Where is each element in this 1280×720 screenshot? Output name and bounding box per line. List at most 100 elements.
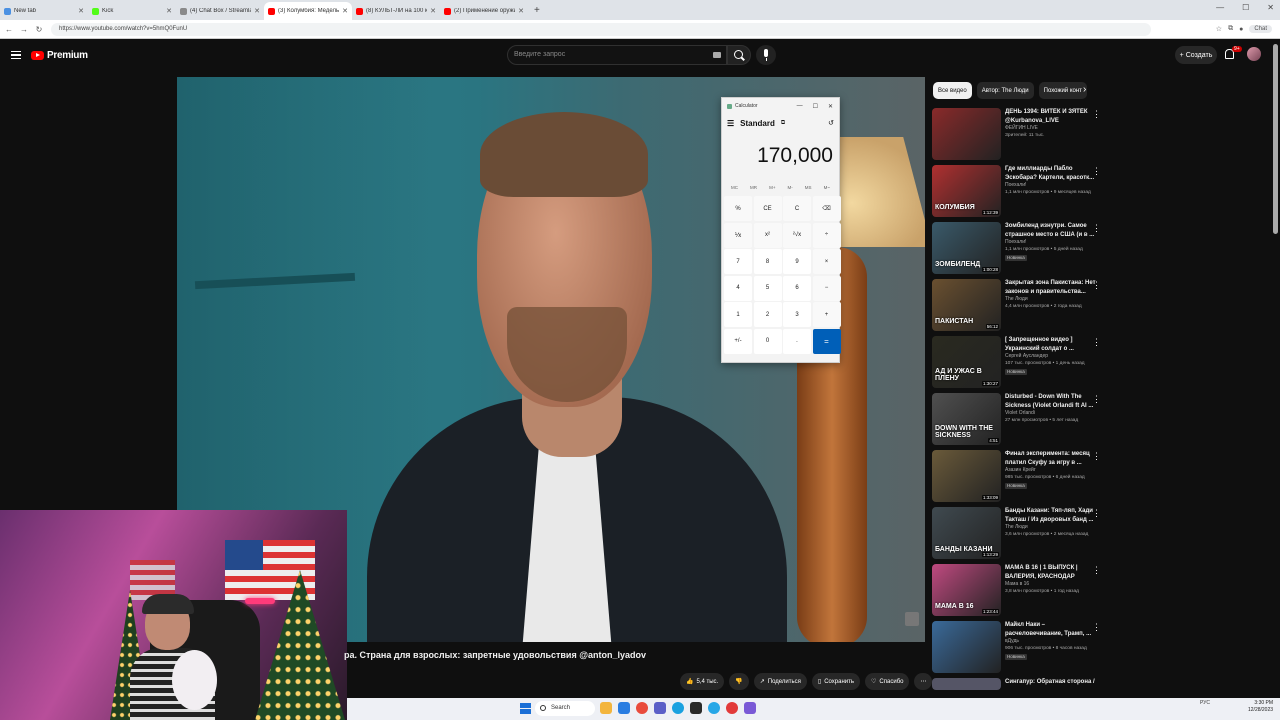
browser-tab[interactable]: (4) Chat Box / Streamlabs✕ [176,2,264,20]
calc-key-4[interactable]: 4 [724,275,752,301]
recommendation-title[interactable]: Зомбиленд изнутри. Самое страшное место … [1005,222,1100,239]
chat-button[interactable]: Chat [1249,25,1272,33]
channel-name[interactable]: Поехали! [1005,182,1100,189]
recommendation-title[interactable]: Закрытая зона Пакистана: Нет законов и п… [1005,279,1100,296]
channel-name[interactable]: The Люди [1005,524,1100,531]
recommendation-title[interactable]: Финал эксперимента: месяц платил Скуфу з… [1005,450,1100,467]
browser-app-icon[interactable] [726,702,738,714]
calc-key-multiply[interactable]: × [812,249,841,274]
calc-key-divide[interactable]: ÷ [812,222,841,248]
more-vertical-icon[interactable] [1092,451,1101,463]
video-thumbnail[interactable] [932,621,1001,673]
recommendation-item[interactable]: Майкл Наки – расчеловечивание, Трамп, ..… [932,621,1101,678]
memory-button[interactable]: MS [805,185,812,190]
calc-key-minus[interactable]: − [812,275,841,301]
recommendation-item[interactable]: 1:33:09 Финал эксперимента: месяц платил … [932,450,1101,507]
url-field[interactable]: https://www.youtube.com/watch?v=5hmQ0Fun… [51,22,1151,36]
back-icon[interactable]: ← [3,25,15,34]
calc-close-icon[interactable]: ✕ [828,103,833,110]
recommendation-item[interactable]: МАМА В 16 1:23:44 МАМА В 16 | 1 ВЫПУСК | В… [932,564,1101,621]
like-button[interactable]: 👍 5,4 тыс. [680,673,725,690]
browser-tab[interactable]: (8) КУЛЬТ-ЛИ на 100 кг. МЫ ПРИ✕ [352,2,440,20]
recommendation-item[interactable]: DOWN WITH THE SICKNESS 4:51 Disturbed - Do… [932,393,1101,450]
calc-key-8[interactable]: 8 [753,249,782,274]
recommendation-title[interactable]: ДЕНЬ 1394: ВИТЁК И ЗЯТЁК @Kurbanova_LIVE [1005,108,1100,125]
more-vertical-icon[interactable] [1092,166,1101,178]
recommendation-item[interactable]: ДЕНЬ 1394: ВИТЁК И ЗЯТЁК @Kurbanova_LIVE… [932,108,1101,165]
calc-key-6[interactable]: 6 [783,275,811,301]
recommendation-title[interactable]: Где миллиарды Пабло Эскобара? Картели, к… [1005,165,1100,182]
calc-key-equals[interactable]: = [812,328,841,354]
more-vertical-icon[interactable] [1092,622,1101,634]
taskbar-clock[interactable]: 3:30 PM 12/28/2023 [1248,700,1273,713]
discord-icon[interactable] [744,702,756,714]
memory-button[interactable]: M+ [769,185,775,190]
close-tab-icon[interactable]: ✕ [166,7,172,15]
maximize-icon[interactable]: ☐ [1242,3,1249,12]
recommendation-title[interactable]: Disturbed - Down With The Sickness (Viol… [1005,393,1100,410]
more-vertical-icon[interactable] [1092,223,1101,235]
calc-key-1[interactable]: 1 [724,302,752,327]
app-icon[interactable] [618,702,630,714]
search-button[interactable] [727,45,751,65]
youtube-logo[interactable]: Premium [31,50,88,61]
calc-key-5[interactable]: 5 [753,275,782,301]
close-tab-icon[interactable]: ✕ [78,7,84,15]
recommendation-title[interactable]: [ Запрещенное видео ] Украинский солдат … [1005,336,1100,353]
close-tab-icon[interactable]: ✕ [430,7,436,15]
calc-key-sqrt[interactable]: ²√x [783,222,811,248]
create-button[interactable]: + Создать [1175,46,1217,64]
calc-key-square[interactable]: x² [753,222,782,248]
recommendation-item[interactable]: БАНДЫ КАЗАНИ 1:13:29 Банды Казани: Тяп-ляп… [932,507,1101,564]
calc-key-negate[interactable]: +/- [724,328,752,354]
recommendation-item[interactable]: ЗОМБИЛЕНД 1:00:28 Зомбиленд изнутри. Самое… [932,222,1101,279]
more-vertical-icon[interactable] [1092,508,1101,520]
browser-tab[interactable]: New tab ✕ [0,2,88,20]
recommendation-title[interactable]: Майкл Наки – расчеловечивание, Трамп, ..… [1005,621,1100,638]
recommendation-title[interactable]: МАМА В 16 | 1 ВЫПУСК | ВАЛЕРИЯ, КРАСНОДА… [1005,564,1100,581]
system-tray-language[interactable]: РУС [1200,700,1210,706]
share-button[interactable]: ↗ Поделиться [753,673,807,690]
calc-maximize-icon[interactable]: ☐ [813,103,818,110]
channel-name[interactable]: Поехали! [1005,239,1100,246]
calc-key-9[interactable]: 9 [783,249,811,274]
channel-name[interactable]: Сергей Аусландер [1005,353,1100,360]
more-vertical-icon[interactable] [1092,565,1101,577]
recommendation-item[interactable]: ПАКИСТАН 56:12 Закрытая зона Пакистана: Не… [932,279,1101,336]
calc-minimize-icon[interactable]: — [797,103,803,110]
browser-tab[interactable]: Kick ✕ [88,2,176,20]
more-vertical-icon[interactable] [1092,394,1101,406]
chip-related[interactable]: Похожий конт [1038,82,1087,99]
chip-author[interactable]: Автор: The Люди [976,82,1034,99]
extensions-icon[interactable]: ⧉ [1228,25,1233,33]
channel-name[interactable]: ФЕЙГИН LIVE [1005,125,1100,132]
browser-tab[interactable]: (2) Применение оружия на ссаде✕ [440,2,528,20]
video-thumbnail[interactable]: DOWN WITH THE SICKNESS 4:51 [932,393,1001,445]
close-window-icon[interactable]: ✕ [1267,3,1274,12]
recommendation-item-partial[interactable]: Сингапур: Обратная сторона / [932,678,1100,690]
account-avatar[interactable] [1247,47,1261,61]
more-vertical-icon[interactable] [1092,109,1101,121]
memory-button[interactable]: M~ [824,185,830,190]
video-thumbnail[interactable]: 1:33:09 [932,450,1001,502]
calc-key-0[interactable]: 0 [753,328,782,354]
more-vertical-icon[interactable] [1092,337,1101,349]
chip-all-videos[interactable]: Все видео [933,82,972,99]
close-tab-icon[interactable]: ✕ [254,7,260,15]
more-actions-button[interactable]: ⋯ [914,673,933,690]
browser-tab-active[interactable]: (3) Колумбия: Медельин Родин✕ [264,2,352,20]
edge-icon[interactable] [672,702,684,714]
memory-button[interactable]: MC [731,185,738,190]
memory-button[interactable]: M- [788,185,793,190]
keep-on-top-icon[interactable]: ⧉ [781,120,785,127]
memory-button[interactable]: MR [750,185,757,190]
new-tab-button[interactable]: + [528,5,546,16]
recommendation-title[interactable]: Сингапур: Обратная сторона / [1005,678,1100,687]
calc-key-backspace[interactable]: ⌫ [812,196,841,221]
file-explorer-icon[interactable] [600,702,612,714]
teams-icon[interactable] [654,702,666,714]
windows-start-icon[interactable] [520,703,531,714]
calc-key-plus[interactable]: + [812,302,841,327]
video-thumbnail[interactable]: КОЛУМБИЯ 1:12:39 [932,165,1001,217]
save-button[interactable]: ▯ Сохранить [811,673,861,690]
